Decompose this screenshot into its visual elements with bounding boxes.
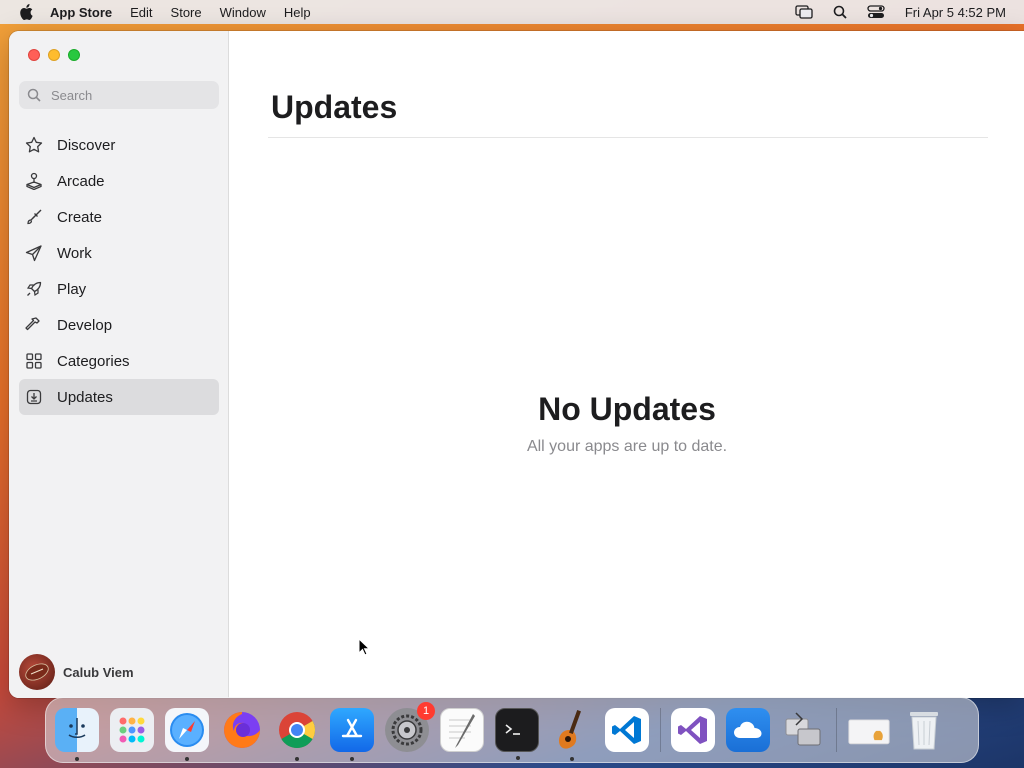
firefox-icon[interactable] <box>220 708 264 752</box>
user-name: Calub Viem <box>63 664 134 680</box>
search-field[interactable]: Search <box>19 81 219 109</box>
spotlight-icon[interactable] <box>833 5 847 19</box>
download-icon <box>25 388 43 406</box>
close-button[interactable] <box>28 49 40 61</box>
dock-separator <box>660 708 661 752</box>
sidebar-item-categories[interactable]: Categories <box>19 343 219 379</box>
system-settings-icon[interactable]: 1 <box>385 702 435 752</box>
star-icon <box>25 136 43 154</box>
visual-studio-icon[interactable] <box>671 708 715 752</box>
mouse-pointer-icon <box>358 637 371 661</box>
hammer-icon <box>25 316 43 334</box>
screen-mirroring-icon[interactable] <box>795 5 813 19</box>
search-icon <box>27 88 41 102</box>
menu-bar: App Store Edit Store Window Help Fri Apr… <box>0 0 1024 24</box>
sidebar-item-label: Arcade <box>57 172 105 190</box>
menu-help[interactable]: Help <box>284 5 311 20</box>
sidebar-item-label: Play <box>57 280 87 298</box>
menu-edit[interactable]: Edit <box>130 5 152 20</box>
rocket-icon <box>25 280 43 298</box>
sidebar-item-label: Discover <box>57 136 116 154</box>
paperplane-icon <box>25 244 43 262</box>
minimize-button[interactable] <box>48 49 60 61</box>
icloud-icon[interactable] <box>726 708 770 752</box>
terminal-icon[interactable] <box>495 708 539 760</box>
menubar-datetime[interactable]: Fri Apr 5 4:52 PM <box>905 5 1006 20</box>
empty-state-subtitle: All your apps are up to date. <box>526 438 728 455</box>
vscode-icon[interactable] <box>605 708 649 752</box>
dock-separator <box>836 708 837 752</box>
sidebar-item-updates[interactable]: Updates <box>19 379 219 415</box>
main-content: Updates No Updates All your apps are up … <box>230 31 1024 698</box>
garageband-icon[interactable] <box>550 708 594 761</box>
launchpad-icon[interactable] <box>110 708 154 752</box>
trash-icon[interactable] <box>902 708 946 752</box>
apple-menu-icon[interactable] <box>16 2 36 22</box>
page-title: Updates <box>271 89 398 125</box>
user-account[interactable]: Calub Viem <box>19 654 134 690</box>
sidebar-nav: Discover Arcade Create Work Play Develop… <box>19 127 219 415</box>
app-store-window: Search Discover Arcade Create Work Play … <box>9 31 1024 698</box>
finder-icon[interactable] <box>55 708 99 761</box>
grid-icon <box>25 352 43 370</box>
menu-window[interactable]: Window <box>220 5 266 20</box>
notification-badge: 1 <box>417 702 435 720</box>
zoom-button[interactable] <box>68 49 80 61</box>
sidebar-item-label: Work <box>57 244 92 262</box>
search-placeholder: Search <box>51 87 93 103</box>
sidebar-item-label: Categories <box>57 352 130 370</box>
sidebar-item-create[interactable]: Create <box>19 199 219 235</box>
sidebar-item-label: Create <box>57 208 103 226</box>
downloads-stack-icon[interactable] <box>847 708 891 752</box>
chrome-icon[interactable] <box>275 708 319 761</box>
sidebar: Search Discover Arcade Create Work Play … <box>9 31 229 698</box>
migration-assistant-icon[interactable] <box>781 708 825 752</box>
sidebar-item-label: Updates <box>57 388 113 406</box>
sidebar-item-arcade[interactable]: Arcade <box>19 163 219 199</box>
menu-store[interactable]: Store <box>171 5 202 20</box>
joystick-icon <box>25 172 43 190</box>
control-center-icon[interactable] <box>867 5 885 19</box>
empty-state-title: No Updates <box>538 391 716 427</box>
dock: 1 <box>45 697 979 763</box>
avatar <box>19 654 55 690</box>
sidebar-item-work[interactable]: Work <box>19 235 219 271</box>
sidebar-item-discover[interactable]: Discover <box>19 127 219 163</box>
textedit-icon[interactable] <box>440 708 484 752</box>
divider <box>268 137 988 138</box>
sidebar-item-develop[interactable]: Develop <box>19 307 219 343</box>
sidebar-item-play[interactable]: Play <box>19 271 219 307</box>
app-store-dock-icon[interactable] <box>330 708 374 761</box>
menu-app-name[interactable]: App Store <box>50 5 112 20</box>
sidebar-item-label: Develop <box>57 316 113 334</box>
safari-icon[interactable] <box>165 708 209 761</box>
brush-icon <box>25 208 43 226</box>
window-controls <box>28 49 88 61</box>
